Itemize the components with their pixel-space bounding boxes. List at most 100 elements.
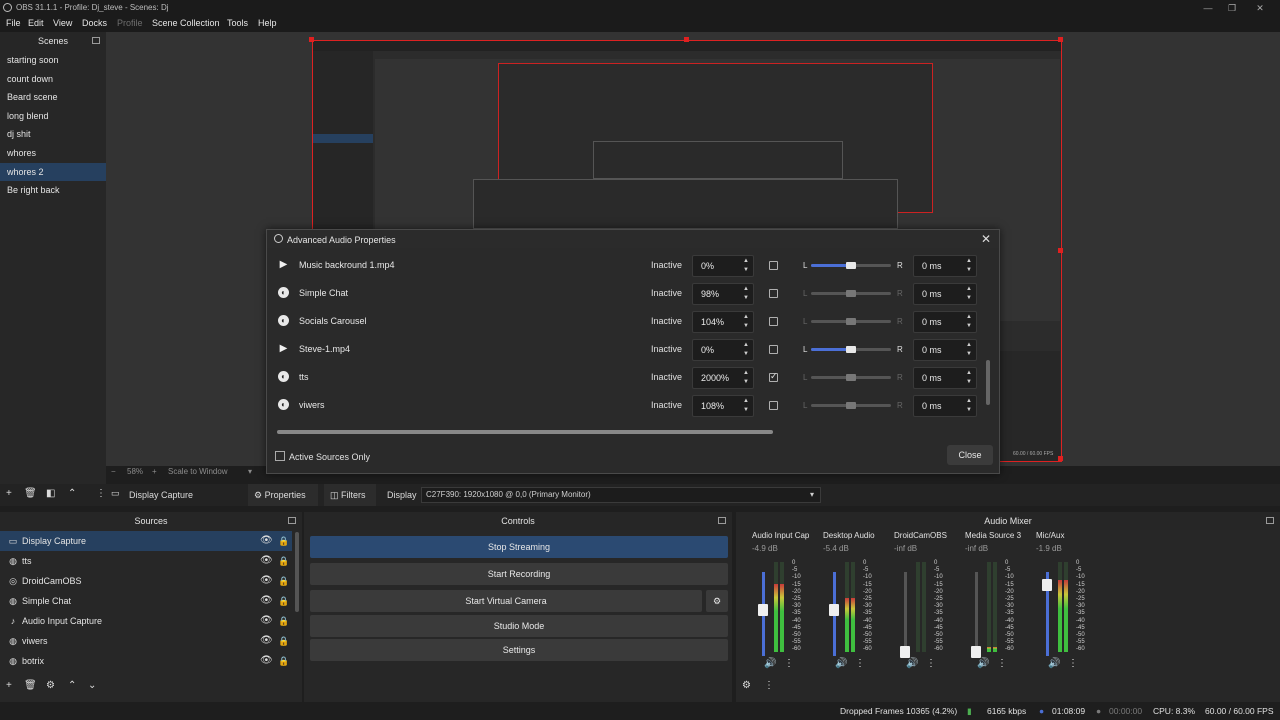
volume-fader[interactable] [975, 572, 978, 656]
mono-checkbox[interactable] [769, 317, 778, 326]
spin-arrows-icon[interactable]: ▲ ▼ [741, 341, 751, 359]
add-scene-icon[interactable]: + [6, 488, 12, 499]
spin-arrows-icon[interactable]: ▲ ▼ [964, 397, 974, 415]
resize-handle[interactable] [684, 37, 689, 42]
sync-offset-spinbox[interactable]: 0 ms ▲ ▼ [913, 395, 977, 417]
lock-icon[interactable]: 🔒 [278, 571, 289, 591]
spin-arrows-icon[interactable]: ▲ ▼ [741, 369, 751, 387]
balance-handle[interactable] [846, 318, 856, 325]
scene-item[interactable]: starting soon [0, 51, 106, 69]
lock-icon[interactable]: 🔒 [278, 591, 289, 611]
visibility-eye-icon[interactable]: 👁 [260, 651, 273, 671]
spin-arrows-icon[interactable]: ▲ ▼ [741, 397, 751, 415]
speaker-icon[interactable]: 🔊 [764, 658, 776, 669]
mono-checkbox[interactable] [769, 289, 778, 298]
resize-handle[interactable] [309, 37, 314, 42]
source-properties-icon[interactable]: ⚙ [46, 680, 55, 691]
muted-speaker-icon[interactable]: 🔊 [906, 658, 918, 669]
lock-icon[interactable]: 🔒 [278, 651, 289, 671]
volume-spinbox[interactable]: 98% ▲ ▼ [692, 283, 754, 305]
volume-fader-handle[interactable] [1042, 579, 1052, 591]
move-scene-up-icon[interactable]: ⌃ [68, 488, 76, 499]
spin-arrows-icon[interactable]: ▲ ▼ [964, 341, 974, 359]
close-button[interactable]: Close [947, 445, 993, 465]
volume-fader-handle[interactable] [829, 604, 839, 616]
virtual-camera-settings-icon[interactable]: ⚙ [706, 590, 728, 612]
start-virtual-camera-button[interactable]: Start Virtual Camera [310, 590, 702, 612]
menu-scene-collection[interactable]: Scene Collection [152, 18, 220, 28]
undock-icon[interactable] [92, 37, 100, 44]
mono-checkbox[interactable] [769, 401, 778, 410]
volume-spinbox[interactable]: 0% ▲ ▼ [692, 339, 754, 361]
resize-handle[interactable] [1058, 456, 1063, 461]
lock-icon[interactable]: 🔒 [278, 551, 289, 571]
undock-icon[interactable] [288, 517, 296, 524]
undock-icon[interactable] [718, 517, 726, 524]
balance-handle[interactable] [846, 374, 856, 381]
more-icon[interactable]: ⋮ [96, 488, 106, 499]
remove-scene-icon[interactable]: 🗑 [24, 488, 37, 499]
menu-help[interactable]: Help [258, 18, 277, 28]
scale-mode[interactable]: Scale to Window [168, 467, 228, 476]
spin-arrows-icon[interactable]: ▲ ▼ [964, 285, 974, 303]
sync-offset-spinbox[interactable]: 0 ms ▲ ▼ [913, 255, 977, 277]
display-select[interactable]: C27F390: 1920x1080 @ 0,0 (Primary Monito… [421, 487, 821, 503]
balance-handle[interactable] [846, 346, 856, 353]
resize-handle[interactable] [1058, 37, 1063, 42]
sync-offset-spinbox[interactable]: 0 ms ▲ ▼ [913, 283, 977, 305]
channel-menu-icon[interactable]: ⋮ [855, 658, 865, 669]
studio-mode-button[interactable]: Studio Mode [310, 615, 728, 637]
resize-handle[interactable] [1058, 248, 1063, 253]
move-source-up-icon[interactable]: ⌃ [68, 680, 76, 691]
menu-file[interactable]: File [6, 18, 21, 28]
mono-checkbox[interactable] [769, 261, 778, 270]
volume-fader-handle[interactable] [758, 604, 768, 616]
mixer-settings-icon[interactable]: ⚙ [742, 680, 751, 691]
stop-streaming-button[interactable]: Stop Streaming [310, 536, 728, 558]
visibility-eye-icon[interactable]: 👁 [260, 531, 273, 551]
remove-source-icon[interactable]: 🗑 [24, 680, 37, 691]
scene-item[interactable]: long blend [0, 107, 106, 125]
sources-scrollbar[interactable] [295, 532, 299, 612]
visibility-eye-icon[interactable]: 👁 [260, 631, 273, 651]
zoom-in-button[interactable]: + [152, 467, 157, 476]
spin-arrows-icon[interactable]: ▲ ▼ [741, 285, 751, 303]
muted-speaker-icon[interactable]: 🔊 [977, 658, 989, 669]
close-window-button[interactable]: ✕ [1253, 2, 1267, 14]
visibility-eye-icon[interactable]: 👁 [260, 611, 273, 631]
scene-item[interactable]: count down [0, 70, 106, 88]
spin-arrows-icon[interactable]: ▲ ▼ [964, 313, 974, 331]
mono-checkbox[interactable] [769, 371, 778, 382]
balance-handle[interactable] [846, 402, 856, 409]
scene-item[interactable]: Beard scene [0, 88, 106, 106]
balance-handle[interactable] [846, 290, 856, 297]
lock-icon[interactable]: 🔒 [278, 531, 289, 551]
scene-filters-icon[interactable]: ◧ [46, 488, 55, 499]
horizontal-scrollbar[interactable] [277, 430, 773, 434]
undock-icon[interactable] [1266, 517, 1274, 524]
volume-fader[interactable] [904, 572, 907, 656]
properties-button[interactable]: ⚙ Properties [248, 484, 318, 506]
speaker-icon[interactable]: 🔊 [1048, 658, 1060, 669]
vertical-scrollbar[interactable] [986, 360, 990, 405]
zoom-out-button[interactable]: − [111, 467, 116, 476]
sync-offset-spinbox[interactable]: 0 ms ▲ ▼ [913, 367, 977, 389]
dialog-close-icon[interactable]: ✕ [981, 232, 991, 246]
visibility-eye-icon[interactable]: 👁 [260, 551, 273, 571]
spin-arrows-icon[interactable]: ▲ ▼ [741, 257, 751, 275]
maximize-button[interactable]: ❐ [1225, 2, 1239, 14]
volume-fader-handle[interactable] [971, 646, 981, 658]
lock-icon[interactable]: 🔒 [278, 631, 289, 651]
source-item[interactable]: ◍ tts 👁 🔒 [0, 551, 292, 571]
volume-spinbox[interactable]: 0% ▲ ▼ [692, 255, 754, 277]
scene-item[interactable]: whores [0, 144, 106, 162]
move-source-down-icon[interactable]: ⌄ [88, 680, 96, 691]
spin-arrows-icon[interactable]: ▲ ▼ [741, 313, 751, 331]
mono-checkbox[interactable] [769, 345, 778, 354]
sync-offset-spinbox[interactable]: 0 ms ▲ ▼ [913, 339, 977, 361]
source-item[interactable]: ♪ Audio Input Capture 👁 🔒 [0, 611, 292, 631]
minimize-button[interactable]: — [1201, 2, 1215, 14]
speaker-icon[interactable]: 🔊 [835, 658, 847, 669]
scene-item[interactable]: Be right back [0, 181, 106, 199]
mixer-menu-icon[interactable]: ⋮ [764, 680, 774, 691]
